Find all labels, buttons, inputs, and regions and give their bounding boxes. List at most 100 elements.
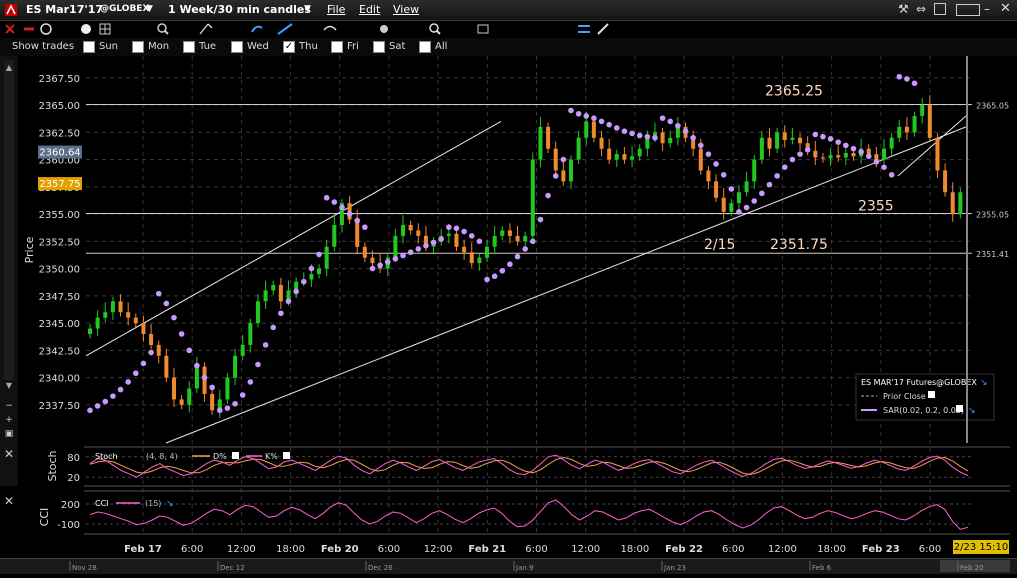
candle-body	[950, 192, 955, 215]
toolbar	[0, 20, 1017, 38]
trend-line-icon[interactable]	[277, 23, 293, 35]
sar-dot	[881, 164, 887, 170]
candle-body	[454, 233, 459, 247]
candle-body	[599, 137, 604, 149]
sar-dot	[400, 252, 406, 259]
candle-body	[546, 126, 551, 149]
minimize-icon[interactable]: –	[984, 2, 990, 16]
sar-dot	[369, 265, 376, 272]
zoom-minus-icon[interactable]: −	[5, 401, 13, 411]
candle-body	[187, 388, 192, 405]
date-navigator[interactable]: Nov 28 Dec 12 Dec 26 Jan 9 Jan 23 Feb 6 Feb 20	[0, 558, 1017, 574]
sar-dot	[201, 374, 208, 381]
refresh-icon[interactable]	[323, 25, 337, 31]
sar-dot	[858, 149, 864, 155]
symbol-dropdown-icon[interactable]: ▼	[146, 4, 153, 14]
x-tick-label: Feb 20	[321, 544, 359, 555]
record-icon[interactable]	[81, 24, 91, 34]
sar-dot	[736, 209, 742, 215]
candle-body	[637, 148, 642, 157]
legend-sar-settings-icon[interactable]: ↘	[968, 406, 976, 416]
menu-edit[interactable]: Edit	[359, 3, 380, 16]
stoch-legend-params: (4, 8, 4)	[146, 452, 178, 461]
scroll-up-icon[interactable]: ▲	[6, 63, 13, 72]
stoch-axis-label: Stoch	[46, 450, 59, 481]
candle-body	[278, 284, 283, 302]
window-toggle-icon[interactable]	[934, 3, 946, 15]
sar-dot	[606, 121, 612, 128]
menu-view[interactable]: View	[393, 3, 419, 16]
settings-icon[interactable]	[380, 25, 388, 33]
legend-checkbox-prior-close[interactable]	[928, 391, 935, 398]
sar-dot	[843, 142, 849, 149]
sar-dot	[140, 360, 147, 367]
sar-dot	[438, 236, 445, 242]
cci-settings-icon[interactable]: ↘	[166, 499, 174, 509]
close-stoch-icon[interactable]: ✕	[4, 494, 14, 508]
timeframe-title[interactable]: 1 Week/30 min candles	[168, 3, 311, 16]
candle-body	[485, 246, 490, 258]
cci-legend-params: (15)	[145, 499, 161, 508]
lock-icon[interactable]: ▣	[5, 429, 14, 439]
scroll-down-icon[interactable]: ▼	[6, 381, 13, 390]
close-icon[interactable]: ✕	[1000, 1, 1011, 16]
sync-icon[interactable]	[578, 25, 590, 33]
zoom-plus-icon[interactable]: +	[5, 415, 13, 425]
sar-dot	[850, 145, 857, 152]
candle-body	[538, 126, 543, 160]
crosshair-icon[interactable]	[5, 24, 15, 34]
grid-icon[interactable]	[99, 23, 111, 35]
cci-legend-label: CCI	[95, 499, 109, 508]
exchange-title: @GLOBEX	[100, 4, 150, 14]
sar-dot	[224, 405, 231, 411]
candle-body	[920, 105, 925, 116]
symbol-title: ES Mar17'17	[26, 3, 104, 16]
candle-body	[904, 126, 909, 133]
candle-body	[210, 393, 215, 411]
chart-area[interactable]: ▲ ▼ − + ▣ ✕ ✕ 2367.50 2365.00 2362.50 2360.…	[0, 38, 1017, 558]
sar-dot	[781, 164, 788, 170]
candle-body	[736, 192, 741, 204]
menu-file[interactable]: File	[327, 3, 345, 16]
candle-body	[882, 148, 887, 160]
candle-body	[507, 230, 512, 236]
sar-dot	[759, 190, 765, 197]
timeframe-dropdown-icon[interactable]: ▼	[304, 4, 311, 14]
sar-dot	[163, 300, 170, 307]
candle-body	[370, 257, 375, 264]
candle-body	[782, 132, 787, 140]
detach-icon[interactable]	[956, 4, 980, 16]
line-tool-icon[interactable]	[199, 23, 213, 35]
chart-type-icon[interactable]	[477, 24, 489, 34]
candle-body	[110, 301, 115, 313]
sar-dot	[232, 400, 238, 407]
link-icon[interactable]: ⇔	[916, 2, 926, 16]
sar-dot	[270, 324, 277, 331]
tools-icon[interactable]	[597, 23, 609, 35]
sar-dot	[667, 118, 674, 125]
stoch-d-checkbox[interactable]	[232, 452, 239, 459]
legend[interactable]: ES MAR'17 Futures@GLOBEX ↘ Prior Close S…	[855, 373, 995, 421]
wrench-icon[interactable]: ⚒	[898, 2, 909, 16]
legend-pin-icon[interactable]: ↘	[980, 378, 988, 388]
candle-body	[813, 150, 818, 158]
price-annotation: 2365.25	[765, 83, 823, 99]
legend-checkbox-sar[interactable]	[956, 405, 963, 412]
undo-icon[interactable]	[251, 25, 263, 33]
y-tick-label: 2345.00	[39, 319, 80, 330]
candle-body	[836, 155, 841, 158]
candle-body	[820, 157, 825, 159]
close-panel-icon[interactable]: ✕	[4, 447, 14, 461]
pan-icon[interactable]	[40, 23, 52, 35]
candle-body	[194, 366, 199, 389]
cci-tick-label: -100	[57, 520, 80, 531]
sar-dot	[125, 379, 131, 385]
sar-dot	[713, 161, 719, 167]
candle-body	[790, 137, 795, 140]
candle-body	[798, 137, 803, 144]
stoch-k-checkbox[interactable]	[283, 452, 290, 459]
sar-dot	[690, 134, 696, 141]
candle-body	[927, 105, 932, 138]
search-icon[interactable]	[429, 23, 441, 35]
zoom-in-icon[interactable]	[157, 23, 169, 35]
